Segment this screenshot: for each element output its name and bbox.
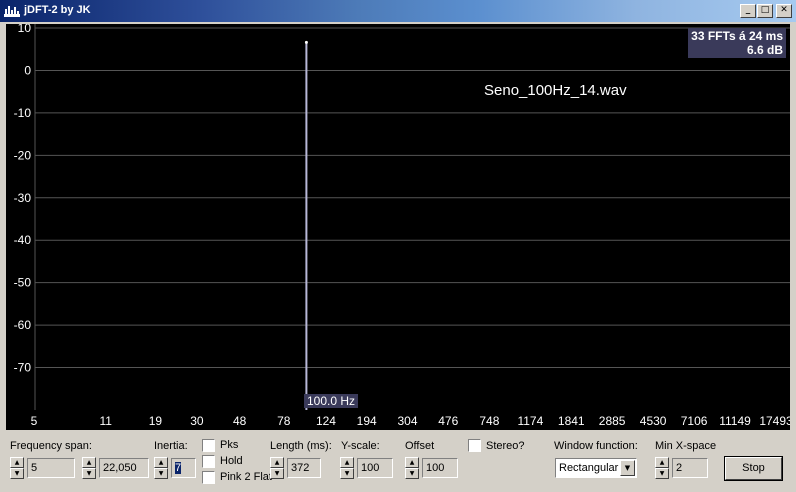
pink-flat-checkbox[interactable] <box>202 471 215 484</box>
x-tick-label: 476 <box>438 414 458 428</box>
x-tick-label: 78 <box>277 414 291 428</box>
x-tick-label: 11149 <box>719 414 751 428</box>
x-tick-label: 7106 <box>681 414 708 428</box>
x-tick-label: 4530 <box>640 414 667 428</box>
y-scale-field[interactable]: 100 <box>357 458 393 478</box>
frequency-span-label: Frequency span: <box>10 440 92 452</box>
window-function-value: Rectangular <box>559 462 619 474</box>
spin-down-icon[interactable]: ▼ <box>655 468 669 479</box>
window-function-select[interactable]: Rectangular ▼ <box>555 458 637 478</box>
peak-db-readout: 6.6 dB <box>746 43 783 57</box>
min-x-space-field[interactable]: 2 <box>672 458 708 478</box>
peak-marker <box>304 40 308 44</box>
length-field[interactable]: 372 <box>287 458 321 478</box>
frequency-max-spinner[interactable]: ▲ ▼ <box>82 457 96 479</box>
min-x-space-spinner[interactable]: ▲ ▼ <box>655 457 669 479</box>
spectrum-plot[interactable]: 10 0 -10 -20 -30 -40 -50 -60 -70 33 FFTs á 24 ms… <box>6 24 790 410</box>
spin-down-icon[interactable]: ▼ <box>340 468 354 479</box>
title-bar: jDFT-2 by JK _ □ ✕ <box>0 0 796 22</box>
y-tick-label: -10 <box>14 106 32 120</box>
chevron-down-icon[interactable]: ▼ <box>620 460 635 476</box>
y-tick-label: 10 <box>18 24 32 35</box>
spin-up-icon[interactable]: ▲ <box>340 457 354 468</box>
close-button[interactable]: ✕ <box>776 4 792 18</box>
stereo-label: Stereo? <box>486 440 525 452</box>
y-tick-label: 0 <box>24 63 31 77</box>
maximize-button[interactable]: □ <box>757 4 773 18</box>
spin-down-icon[interactable]: ▼ <box>10 468 24 479</box>
y-tick-label: -30 <box>14 191 32 205</box>
length-spinner[interactable]: ▲ ▼ <box>270 457 284 479</box>
pink-flat-label: Pink 2 Flat <box>220 471 272 483</box>
spin-up-icon[interactable]: ▲ <box>154 457 168 468</box>
x-tick-label: 30 <box>190 414 204 428</box>
spin-down-icon[interactable]: ▼ <box>82 468 96 479</box>
x-tick-label: 19 <box>149 414 163 428</box>
inertia-value: 7 <box>175 462 182 474</box>
x-tick-label: 194 <box>357 414 377 428</box>
x-tick-label: 2885 <box>599 414 626 428</box>
pks-checkbox[interactable] <box>202 439 215 452</box>
frequency-max-field[interactable]: 22,050 <box>99 458 149 478</box>
y-tick-label: -60 <box>14 318 32 332</box>
x-tick-label: 17493 <box>759 414 790 428</box>
y-scale-spinner[interactable]: ▲ ▼ <box>340 457 354 479</box>
y-tick-label: -40 <box>14 233 32 247</box>
inertia-spinner[interactable]: ▲ ▼ <box>154 457 168 479</box>
x-tick-label: 48 <box>233 414 247 428</box>
pks-label: Pks <box>220 439 239 451</box>
stereo-checkbox[interactable] <box>468 439 481 452</box>
spin-up-icon[interactable]: ▲ <box>82 457 96 468</box>
y-scale-label: Y-scale: <box>341 440 380 452</box>
frequency-min-spinner[interactable]: ▲ ▼ <box>10 457 24 479</box>
fft-info-line: 33 FFTs á 24 ms <box>691 29 783 43</box>
fft-info-box: 33 FFTs á 24 ms 6.6 dB <box>688 28 786 58</box>
frequency-axis: 5 11 19 30 48 78 124 194 304 476 748 1174 1841 2885 45… <box>6 410 790 430</box>
spin-up-icon[interactable]: ▲ <box>270 457 284 468</box>
x-tick-label: 304 <box>397 414 417 428</box>
spin-up-icon[interactable]: ▲ <box>405 457 419 468</box>
stop-button[interactable]: Stop <box>725 457 782 480</box>
x-tick-label: 124 <box>316 414 336 428</box>
inertia-field[interactable]: 7 <box>171 458 196 478</box>
spin-down-icon[interactable]: ▼ <box>270 468 284 479</box>
spectrum-chart-svg: 10 0 -10 -20 -30 -40 -50 -60 -70 <box>14 24 790 410</box>
y-tick-label: -70 <box>14 361 32 375</box>
offset-field[interactable]: 100 <box>422 458 458 478</box>
x-tick-label: 748 <box>479 414 499 428</box>
spin-down-icon[interactable]: ▼ <box>154 468 168 479</box>
y-tick-label: -50 <box>14 276 32 290</box>
frequency-axis-svg: 5 11 19 30 48 78 124 194 304 476 748 1174 1841 2885 45… <box>31 414 790 428</box>
hold-label: Hold <box>220 455 243 467</box>
inertia-label: Inertia: <box>154 440 188 452</box>
peak-frequency-label: 100.0 Hz <box>304 394 359 408</box>
min-x-space-label: Min X-space <box>655 440 717 452</box>
offset-spinner[interactable]: ▲ ▼ <box>405 457 419 479</box>
window-title: jDFT-2 by JK <box>24 4 91 16</box>
x-tick-label: 5 <box>31 414 38 428</box>
filename-label: Seno_100Hz_14.wav <box>484 82 627 99</box>
x-tick-label: 1841 <box>558 414 585 428</box>
x-tick-label: 11 <box>99 414 112 428</box>
hold-checkbox[interactable] <box>202 455 215 468</box>
minimize-button[interactable]: _ <box>740 4 756 18</box>
window-function-label: Window function: <box>554 440 638 452</box>
spin-up-icon[interactable]: ▲ <box>10 457 24 468</box>
app-icon <box>4 6 20 17</box>
frequency-min-field[interactable]: 5 <box>27 458 75 478</box>
spin-down-icon[interactable]: ▼ <box>405 468 419 479</box>
offset-label: Offset <box>405 440 435 452</box>
y-tick-label: -20 <box>14 148 32 162</box>
x-tick-label: 1174 <box>517 414 543 428</box>
length-label: Length (ms): <box>270 440 332 452</box>
spin-up-icon[interactable]: ▲ <box>655 457 669 468</box>
